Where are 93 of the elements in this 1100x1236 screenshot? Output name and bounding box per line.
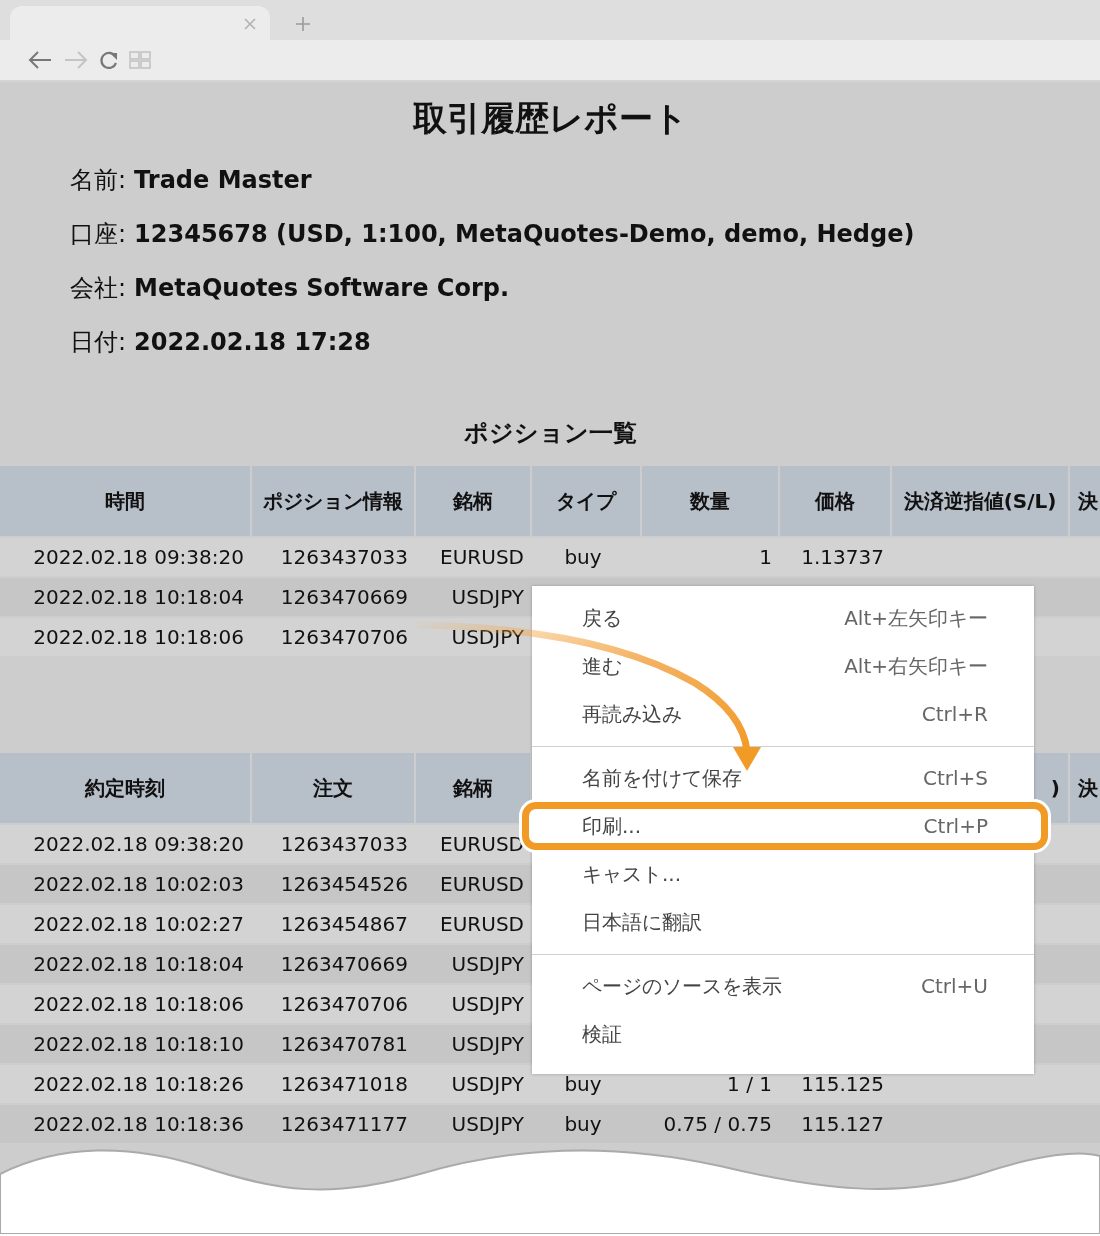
- table-cell-text: EURUSD: [439, 831, 525, 858]
- table-cell-text: USDJPY: [450, 624, 525, 651]
- table-cell-text: buy: [563, 1111, 603, 1138]
- table-cell-text: 1263470781: [279, 1031, 409, 1058]
- menu-item[interactable]: ページのソースを表示 Ctrl+U: [532, 962, 1034, 1010]
- table-cell-text: 1 / 1: [726, 1071, 773, 1098]
- menu-item-label: キャスト...: [582, 860, 682, 888]
- table-cell-text: 2022.02.18 10:18:26: [32, 1071, 245, 1098]
- menu-item[interactable]: 検証: [532, 1010, 1034, 1058]
- table-cell-text: buy: [563, 1071, 603, 1098]
- info-value: 12345678 (USD, 1:100, MetaQuotes-Demo, demo, Hedge): [134, 219, 915, 250]
- info-value: Trade Master: [134, 165, 312, 196]
- info-label: 口座:: [70, 219, 127, 250]
- table-cell-text: 1263437033: [279, 544, 409, 571]
- table-cell-text: 1263471177: [279, 1111, 409, 1138]
- table-cell-text: 2022.02.18 10:02:27: [32, 911, 245, 938]
- info-value: MetaQuotes Software Corp.: [134, 273, 510, 304]
- menu-item-label: 進む: [582, 652, 622, 680]
- browser-tab[interactable]: [10, 6, 270, 40]
- table-cell-text: 1: [758, 544, 773, 571]
- menu-item[interactable]: 印刷... Ctrl+P: [522, 802, 1048, 850]
- table-cell-text: 2022.02.18 10:18:10: [32, 1031, 245, 1058]
- table-cell-text: 1.13737: [800, 544, 885, 571]
- column-header: 決済逆指値(S/L): [892, 466, 1068, 536]
- table-cell-text: 0.75 / 0.75: [662, 1111, 773, 1138]
- section-title: ポジション一覧: [462, 418, 638, 448]
- column-header: 時間: [0, 466, 250, 536]
- table-cell-text: 2022.02.18 10:18:06: [32, 991, 245, 1018]
- table-cell-text: 1263454526: [279, 871, 409, 898]
- menu-item-label: ページのソースを表示: [582, 972, 782, 1000]
- info-label: 日付:: [70, 327, 127, 358]
- table-cell-text: 1263437033: [279, 831, 409, 858]
- menu-item[interactable]: 戻る Alt+左矢印キー: [532, 594, 1034, 642]
- menu-item[interactable]: 進む Alt+右矢印キー: [532, 642, 1034, 690]
- close-icon[interactable]: [244, 18, 256, 30]
- menu-item-label: 戻る: [582, 604, 622, 632]
- table-cell-text: EURUSD: [439, 911, 525, 938]
- column-header: 約定時刻: [0, 753, 250, 823]
- column-header: 銘柄: [416, 753, 530, 823]
- column-header: 価格: [780, 466, 890, 536]
- info-label: 名前:: [70, 165, 127, 196]
- table-cell-text: 2022.02.18 10:18:04: [32, 584, 245, 611]
- table-cell-text: EURUSD: [439, 544, 525, 571]
- table-cell-text: 1263470669: [279, 951, 409, 978]
- table-cell-text: 1263470706: [279, 624, 409, 651]
- table-cell-text: USDJPY: [450, 951, 525, 978]
- menu-shortcut: Ctrl+R: [921, 702, 988, 726]
- back-icon[interactable]: [27, 50, 53, 70]
- column-header: タイプ: [532, 466, 640, 536]
- table-cell-text: 1263470706: [279, 991, 409, 1018]
- table-cell-text: 2022.02.18 09:38:20: [32, 831, 245, 858]
- menu-item-label: 再読み込み: [582, 700, 682, 728]
- table-cell-text: 115.127: [800, 1111, 885, 1138]
- menu-item-label: 日本語に翻訳: [582, 908, 702, 936]
- menu-item[interactable]: 再読み込み Ctrl+R: [532, 690, 1034, 738]
- table-cell-text: EURUSD: [439, 871, 525, 898]
- column-header: 決: [1070, 753, 1100, 823]
- menu-item-label: 検証: [582, 1020, 622, 1048]
- apps-grid-icon[interactable]: [129, 51, 151, 69]
- menu-item-label: 印刷...: [582, 812, 642, 840]
- column-header: 注文: [252, 753, 414, 823]
- table-cell-text: 1263471018: [279, 1071, 409, 1098]
- menu-item-label: 名前を付けて保存: [582, 764, 742, 792]
- table-cell-text: 115.125: [800, 1071, 885, 1098]
- report-title: 取引履歴レポート: [411, 97, 689, 138]
- new-tab-icon[interactable]: [295, 16, 311, 32]
- forward-icon[interactable]: [63, 50, 89, 70]
- column-header: 銘柄: [416, 466, 530, 536]
- column-header: 決: [1070, 466, 1100, 536]
- menu-shortcut: Alt+右矢印キー: [844, 652, 988, 680]
- table-cell-text: 2022.02.18 10:18:36: [32, 1111, 245, 1138]
- column-header: 数量: [642, 466, 778, 536]
- column-header: ポジション情報: [252, 466, 414, 536]
- reload-icon[interactable]: [99, 50, 119, 70]
- table-cell-text: USDJPY: [450, 1071, 525, 1098]
- table-cell-text: 2022.02.18 09:38:20: [32, 544, 245, 571]
- table-cell-text: 2022.02.18 10:18:04: [32, 951, 245, 978]
- table-cell-text: 2022.02.18 10:02:03: [32, 871, 245, 898]
- table-cell-text: 1263454867: [279, 911, 409, 938]
- menu-item[interactable]: キャスト...: [532, 850, 1034, 898]
- menu-shortcut: Ctrl+S: [922, 766, 988, 790]
- table-cell-text: buy: [563, 544, 603, 571]
- table-cell-text: 2022.02.18 10:18:06: [32, 624, 245, 651]
- table-cell-text: 1263470669: [279, 584, 409, 611]
- table-cell-text: USDJPY: [450, 1031, 525, 1058]
- menu-shortcut: Ctrl+U: [921, 974, 988, 998]
- menu-shortcut: Alt+左矢印キー: [844, 604, 988, 632]
- menu-item[interactable]: 日本語に翻訳: [532, 898, 1034, 946]
- table-cell-text: USDJPY: [450, 991, 525, 1018]
- info-label: 会社:: [70, 273, 127, 304]
- table-cell-text: USDJPY: [450, 1111, 525, 1138]
- table-cell-text: USDJPY: [450, 584, 525, 611]
- info-value: 2022.02.18 17:28: [134, 327, 371, 358]
